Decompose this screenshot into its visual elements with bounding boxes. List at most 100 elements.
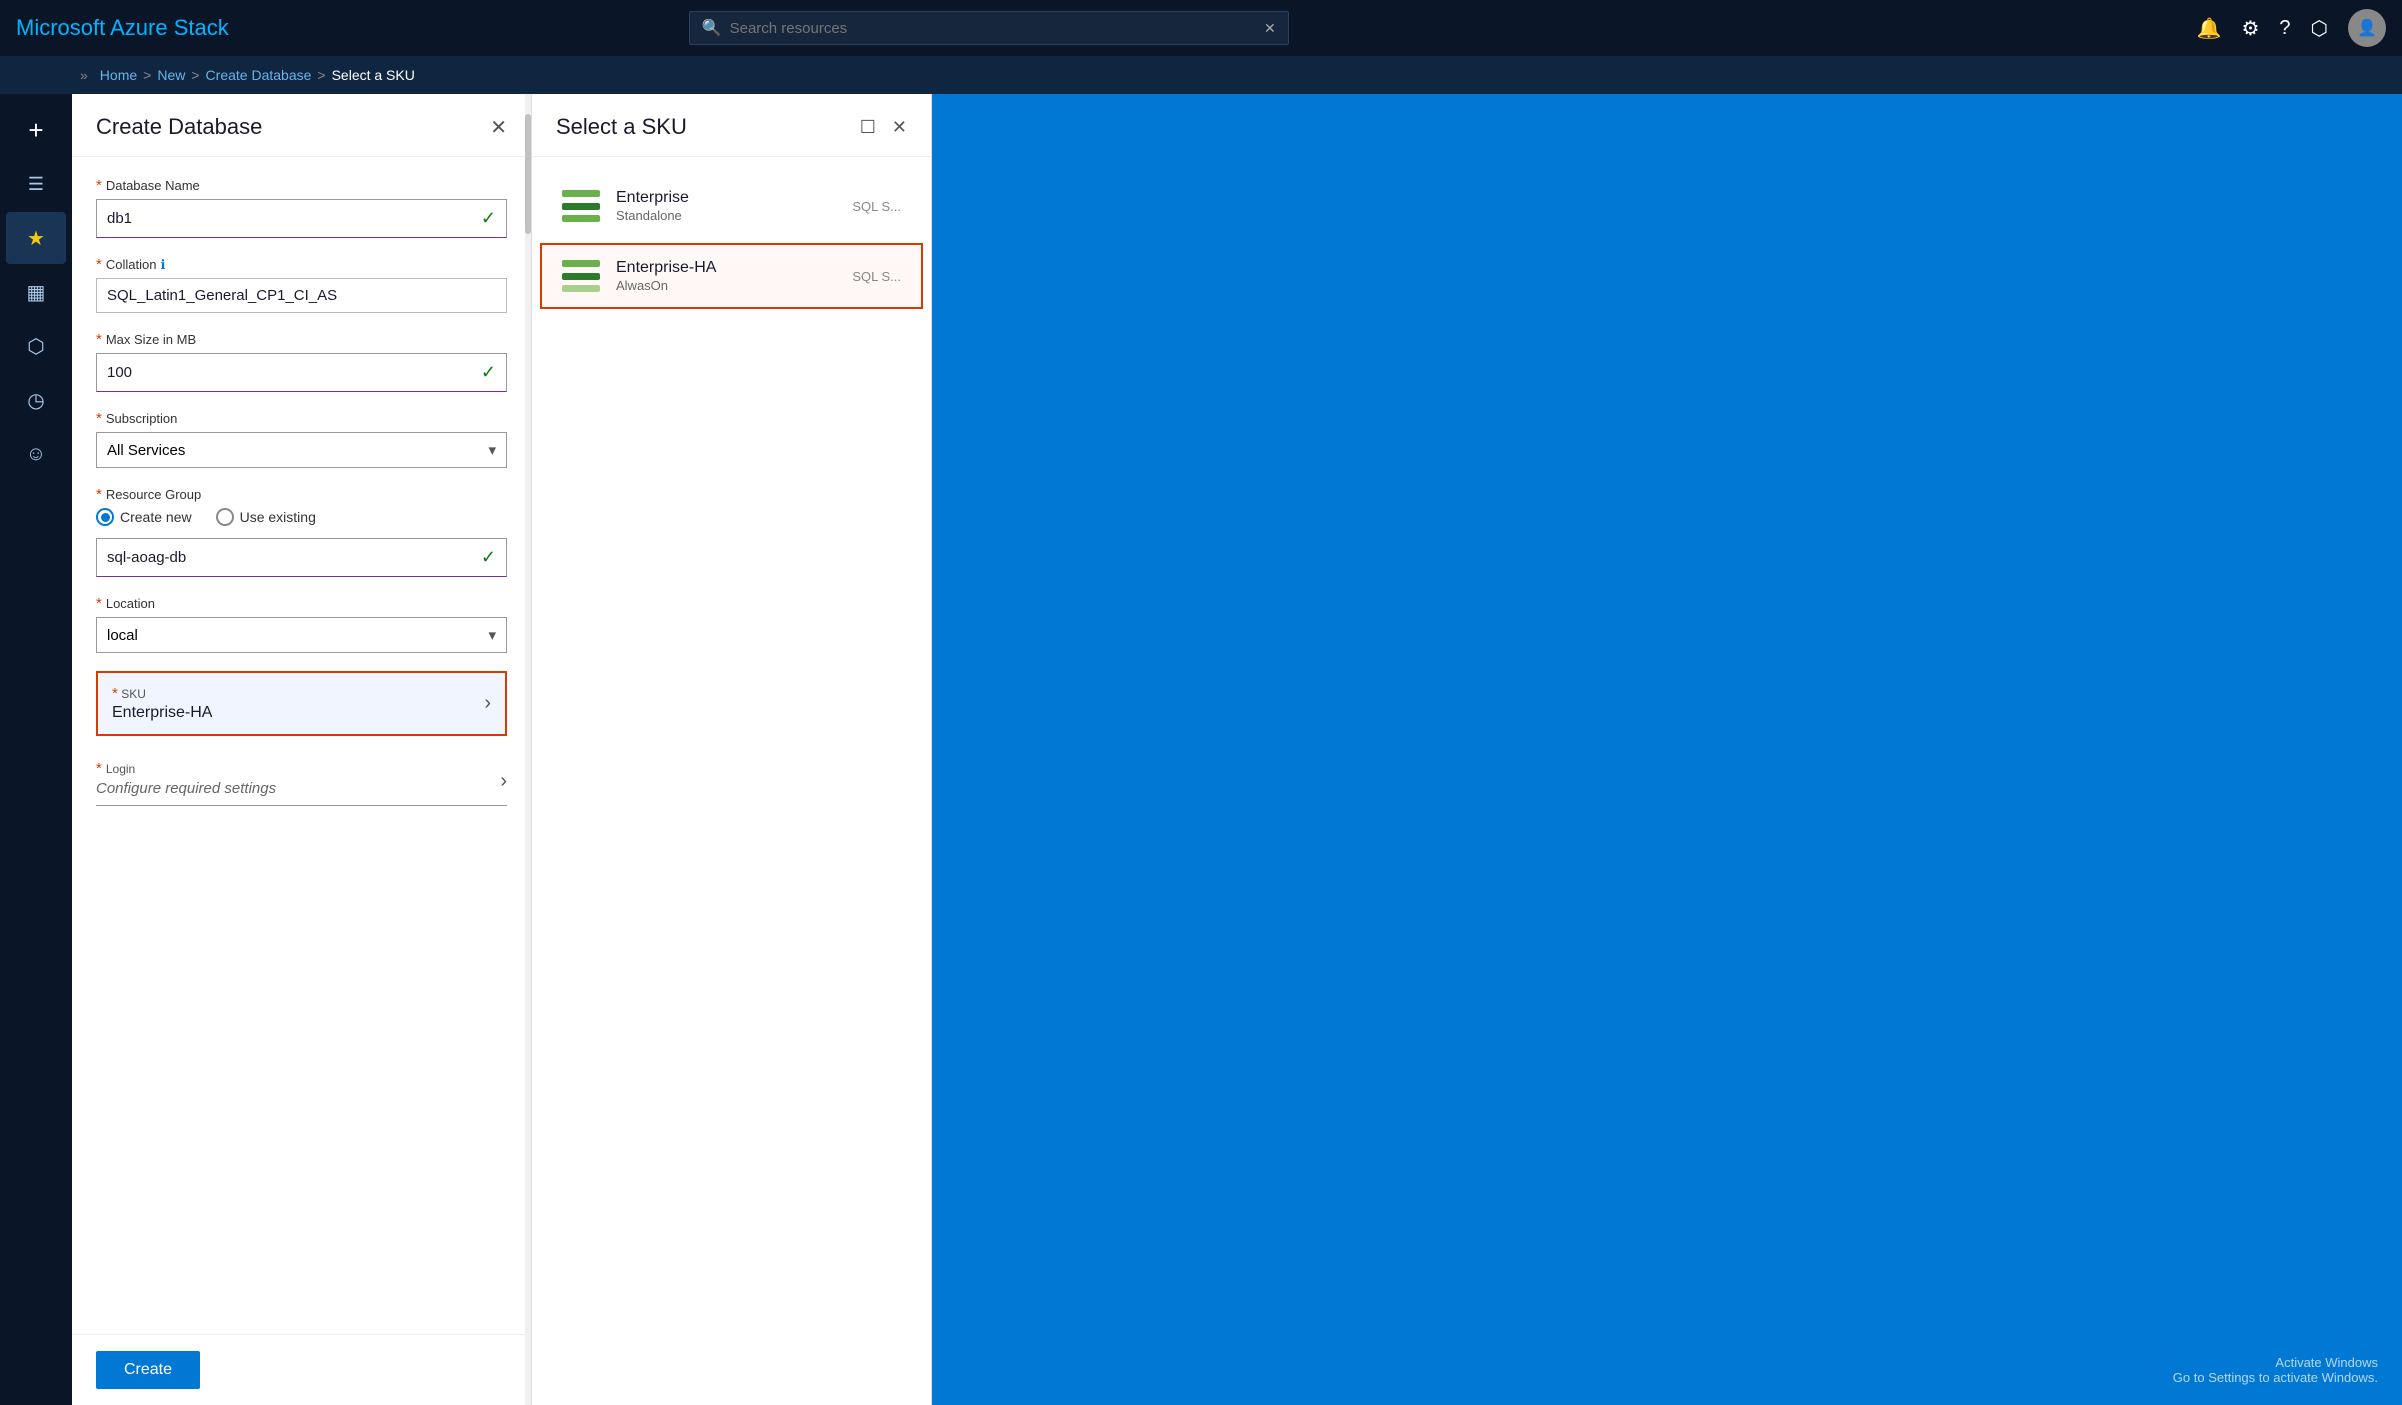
sku-field[interactable]: * SKU Enterprise-HA › (96, 671, 507, 736)
blue-area: Activate Windows Go to Settings to activ… (932, 94, 2402, 1405)
sku-panel-body: Enterprise Standalone SQL S... Enterpris… (532, 157, 931, 1405)
search-bar[interactable]: 🔍 ✕ (689, 11, 1289, 45)
required-star-6: * (96, 595, 102, 612)
breadcrumb-sep-3: > (317, 67, 325, 83)
location-chevron-icon: ▾ (488, 626, 496, 644)
login-field[interactable]: * Login Configure required settings › (96, 752, 507, 806)
sku-icon-ha-bar-3 (562, 285, 600, 292)
topbar-icons: 🔔 ⚙ ? ⬡ 👤 (2197, 9, 2386, 47)
login-inner: * Login Configure required settings (96, 760, 276, 797)
collation-info-icon[interactable]: ℹ (160, 257, 165, 273)
sku-icon-bar-2 (562, 203, 600, 210)
sku-type-enterprise-ha: SQL S... (842, 269, 901, 284)
radio-create-new-circle (96, 508, 114, 526)
database-name-label: * Database Name (96, 177, 507, 194)
search-clear-icon[interactable]: ✕ (1264, 20, 1276, 37)
dashboard-icon: ▦ (27, 280, 46, 305)
activate-line1: Activate Windows (2173, 1355, 2378, 1370)
sku-value: Enterprise-HA (112, 704, 212, 722)
sidebar-item-dashboard[interactable]: ▦ (6, 266, 66, 318)
sidebar-item-add[interactable]: + (6, 104, 66, 156)
resource-group-group: * Resource Group Create new Use existing (96, 486, 507, 577)
select-sku-panel: Select a SKU ☐ ✕ Enterprise Standalone S… (532, 94, 932, 1405)
database-name-group: * Database Name ✓ (96, 177, 507, 238)
required-star-login: * (96, 760, 102, 777)
location-select[interactable]: local ▾ (96, 617, 507, 653)
sku-panel-close-button[interactable]: ✕ (892, 117, 907, 138)
breadcrumb-create-db[interactable]: Create Database (206, 67, 312, 83)
required-star-sku: * (112, 685, 118, 702)
plus-icon: + (28, 115, 43, 146)
database-name-input-wrapper[interactable]: ✓ (96, 199, 507, 238)
sku-panel-minimize-button[interactable]: ☐ (860, 117, 876, 138)
resource-group-input[interactable] (107, 549, 481, 566)
sidebar-item-favorites[interactable]: ★ (6, 212, 66, 264)
database-name-checkmark: ✓ (481, 208, 496, 229)
breadcrumb-sep-2: > (191, 67, 199, 83)
sku-icon-ha-bar-2 (562, 273, 600, 280)
collation-group: * Collation ℹ (96, 256, 507, 313)
menu-icon: ☰ (28, 174, 44, 195)
sidebar-item-history[interactable]: ◷ (6, 374, 66, 426)
radio-use-existing-label: Use existing (240, 509, 316, 525)
create-panel-close-button[interactable]: ✕ (490, 115, 507, 140)
notification-icon[interactable]: 🔔 (2197, 16, 2222, 41)
collation-input[interactable] (107, 287, 496, 304)
login-label: * Login (96, 760, 276, 777)
breadcrumb: » Home > New > Create Database > Select … (0, 56, 2402, 94)
location-group: * Location local ▾ (96, 595, 507, 653)
breadcrumb-select-sku: Select a SKU (332, 67, 415, 83)
main-area: Create Database ✕ * Database Name ✓ * Co (72, 94, 2402, 1405)
sku-item-enterprise-ha[interactable]: Enterprise-HA AlwasOn SQL S... (540, 243, 923, 309)
breadcrumb-new[interactable]: New (157, 67, 185, 83)
activate-text: Activate Windows Go to Settings to activ… (2173, 1355, 2378, 1385)
subscription-group: * Subscription All Services ▾ (96, 410, 507, 468)
database-name-input[interactable] (107, 210, 481, 227)
resource-group-input-wrapper[interactable]: ✓ (96, 538, 507, 577)
settings-icon[interactable]: ⚙ (2241, 16, 2259, 41)
required-star-1: * (96, 177, 102, 194)
sku-item-enterprise[interactable]: Enterprise Standalone SQL S... (540, 173, 923, 239)
sku-icon-ha-bar-1 (562, 260, 600, 267)
create-button[interactable]: Create (96, 1351, 200, 1389)
create-panel-title: Create Database (96, 114, 262, 140)
sku-icon-bar-3 (562, 215, 600, 222)
sku-icon-enterprise (562, 190, 600, 222)
max-size-input-wrapper[interactable]: ✓ (96, 353, 507, 392)
login-placeholder: Configure required settings (96, 780, 276, 797)
required-star-2: * (96, 256, 102, 273)
sidebar-item-menu[interactable]: ☰ (6, 158, 66, 210)
feedback-icon[interactable]: ⬡ (2311, 16, 2328, 41)
max-size-input[interactable] (107, 364, 481, 381)
sku-type-enterprise: SQL S... (842, 199, 901, 214)
subscription-value: All Services (107, 442, 185, 459)
scroll-thumb[interactable] (525, 114, 531, 234)
breadcrumb-home[interactable]: Home (100, 67, 137, 83)
max-size-checkmark: ✓ (481, 362, 496, 383)
sidebar-item-resources[interactable]: ⬡ (6, 320, 66, 372)
sku-panel-controls: ☐ ✕ (860, 117, 907, 138)
resource-group-radios: Create new Use existing (96, 508, 507, 526)
breadcrumb-expand[interactable]: » (80, 67, 88, 83)
location-label: * Location (96, 595, 507, 612)
radio-use-existing[interactable]: Use existing (216, 508, 316, 526)
sku-icon-bar-1 (562, 190, 600, 197)
cube-icon: ⬡ (27, 334, 44, 359)
create-panel-body: * Database Name ✓ * Collation ℹ (72, 157, 531, 1334)
sidebar-item-user[interactable]: ☺ (6, 428, 66, 480)
sku-info-enterprise: Enterprise Standalone (616, 189, 826, 223)
sku-label: * SKU (112, 685, 212, 702)
sku-icon-enterprise-ha (562, 260, 600, 292)
radio-create-new[interactable]: Create new (96, 508, 192, 526)
subscription-select[interactable]: All Services ▾ (96, 432, 507, 468)
collation-input-wrapper[interactable] (96, 278, 507, 313)
radio-use-existing-circle (216, 508, 234, 526)
sku-chevron-icon: › (484, 692, 491, 715)
avatar[interactable]: 👤 (2348, 9, 2386, 47)
max-size-group: * Max Size in MB ✓ (96, 331, 507, 392)
search-input[interactable] (730, 20, 1256, 37)
create-panel-header: Create Database ✕ (72, 94, 531, 157)
help-icon[interactable]: ? (2279, 17, 2290, 40)
sku-panel-header: Select a SKU ☐ ✕ (532, 94, 931, 157)
resource-group-checkmark: ✓ (481, 547, 496, 568)
